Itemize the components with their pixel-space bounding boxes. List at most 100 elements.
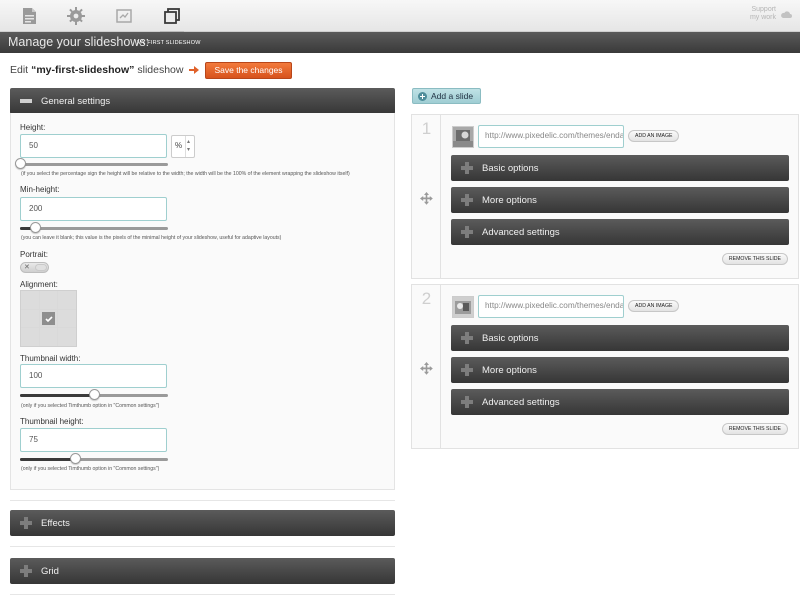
portrait-toggle[interactable]: ✕	[20, 262, 49, 273]
expand-icon	[461, 396, 473, 408]
slider-knob[interactable]	[15, 158, 26, 169]
general-settings-panel: Height: 50 % (if you select the percenta…	[10, 113, 395, 490]
alignment-grid	[20, 290, 77, 347]
support-link[interactable]: Support my work	[748, 6, 792, 22]
general-settings-header[interactable]: General settings	[10, 88, 395, 114]
alignment-cell[interactable]	[21, 328, 39, 346]
thumbnail-image	[453, 297, 473, 317]
slide-card: 1 http://www.pixedelic.com/themes/endaim…	[411, 114, 799, 279]
thumb-width-note: (only if you selected Timthumb option in…	[21, 403, 160, 409]
thumb-height-label: Thumbnail height:	[20, 417, 84, 426]
basic-options-header[interactable]: Basic options	[451, 155, 789, 181]
alignment-cell[interactable]	[39, 309, 58, 328]
check-icon	[45, 316, 53, 322]
remove-slide-button[interactable]: REMOVE THIS SLIDE	[721, 253, 788, 265]
thumb-width-input[interactable]: 100	[20, 364, 167, 388]
slider-knob[interactable]	[30, 222, 41, 233]
slider-knob[interactable]	[89, 389, 100, 400]
stats-icon[interactable]	[112, 4, 136, 28]
advanced-settings-header[interactable]: Advanced settings	[451, 219, 789, 245]
top-toolbar: Support my work	[0, 0, 800, 33]
support-label: Support my work	[749, 6, 776, 21]
slideshow-name: “my-first-slideshow”	[31, 64, 135, 76]
expand-icon	[461, 226, 473, 238]
minheight-note: (you can leave it blank; this value is t…	[21, 235, 282, 241]
more-options-title: More options	[482, 194, 537, 206]
thumbnail-image	[453, 127, 473, 147]
alignment-cell[interactable]	[21, 309, 39, 328]
advanced-settings-header[interactable]: Advanced settings	[451, 389, 789, 415]
more-options-header[interactable]: More options	[451, 357, 789, 383]
slides-icon[interactable]	[160, 4, 184, 33]
alignment-cell[interactable]	[39, 291, 58, 309]
grid-title: Grid	[41, 565, 59, 577]
height-input[interactable]: 50	[20, 134, 167, 158]
minheight-label: Min-height:	[20, 185, 60, 194]
remove-slide-button[interactable]: REMOVE THIS SLIDE	[721, 423, 788, 435]
more-options-title: More options	[482, 364, 537, 376]
add-slide-button[interactable]: Add a slide	[412, 88, 482, 104]
thumb-width-label: Thumbnail width:	[20, 354, 81, 363]
divider	[10, 594, 395, 595]
height-note: (if you select the percentage sign the h…	[21, 171, 350, 177]
basic-options-title: Basic options	[482, 162, 539, 174]
expand-icon	[461, 194, 473, 206]
edit-prefix: Edit	[10, 64, 29, 76]
alignment-cell[interactable]	[21, 291, 39, 309]
alignment-cell[interactable]	[58, 309, 76, 328]
move-icon[interactable]	[420, 192, 433, 205]
thumb-width-slider[interactable]	[20, 389, 168, 401]
slideshow-tag[interactable]: MY FIRST SLIDESHOW	[131, 36, 207, 50]
advanced-settings-title: Advanced settings	[482, 226, 560, 238]
cloud-icon	[781, 10, 792, 18]
image-url-input[interactable]: http://www.pixedelic.com/themes/endaimag…	[478, 125, 624, 148]
alignment-cell[interactable]	[58, 291, 76, 309]
image-url-input[interactable]: http://www.pixedelic.com/themes/endaimag…	[478, 295, 624, 318]
thumb-height-slider[interactable]	[20, 453, 168, 465]
slide-thumbnail[interactable]	[452, 126, 474, 148]
add-image-button[interactable]: ADD AN IMAGE	[628, 130, 680, 142]
portrait-label: Portrait:	[20, 250, 49, 259]
add-image-button[interactable]: ADD AN IMAGE	[628, 300, 680, 312]
grid-header[interactable]: Grid	[10, 558, 395, 584]
off-icon: ✕	[24, 264, 30, 271]
expand-icon	[461, 162, 473, 174]
expand-icon	[461, 364, 473, 376]
effects-header[interactable]: Effects	[10, 510, 395, 536]
expand-icon	[461, 332, 473, 344]
add-slide-label: Add a slide	[431, 91, 474, 101]
minheight-input[interactable]: 200	[20, 197, 167, 221]
arrow-right-icon	[189, 66, 200, 74]
divider	[10, 500, 395, 501]
alignment-cell[interactable]	[39, 328, 58, 346]
title-bar: Manage your slideshows: MY FIRST SLIDESH…	[0, 32, 800, 53]
spinner-icon	[185, 136, 194, 157]
expand-icon	[20, 517, 32, 529]
collapse-icon	[20, 95, 32, 107]
slide-card: 2 http://www.pixedelic.com/themes/endaim…	[411, 284, 799, 449]
slide-number: 1	[421, 119, 432, 138]
height-slider[interactable]	[15, 158, 168, 170]
expand-icon	[20, 565, 32, 577]
page-title: Manage your slideshows:	[8, 35, 150, 49]
minheight-slider[interactable]	[20, 222, 168, 234]
height-unit-value: %	[175, 141, 183, 150]
alignment-label: Alignment:	[20, 280, 58, 289]
slider-knob[interactable]	[70, 453, 81, 464]
alignment-cell[interactable]	[58, 328, 76, 346]
effects-title: Effects	[41, 517, 70, 529]
document-icon[interactable]	[17, 4, 41, 28]
height-label: Height:	[20, 123, 46, 132]
thumb-height-note: (only if you selected Timthumb option in…	[21, 466, 160, 472]
thumb-height-input[interactable]: 75	[20, 428, 167, 452]
save-button[interactable]: Save the changes	[205, 61, 292, 79]
general-settings-title: General settings	[41, 95, 111, 107]
slide-thumbnail[interactable]	[452, 296, 474, 318]
basic-options-header[interactable]: Basic options	[451, 325, 789, 351]
gear-icon[interactable]	[64, 4, 88, 28]
height-unit-select[interactable]: %	[171, 135, 195, 158]
move-icon[interactable]	[420, 362, 433, 375]
more-options-header[interactable]: More options	[451, 187, 789, 213]
edit-row: Edit “my-first-slideshow” slideshow Save…	[10, 61, 292, 79]
edit-suffix: slideshow	[137, 64, 184, 76]
